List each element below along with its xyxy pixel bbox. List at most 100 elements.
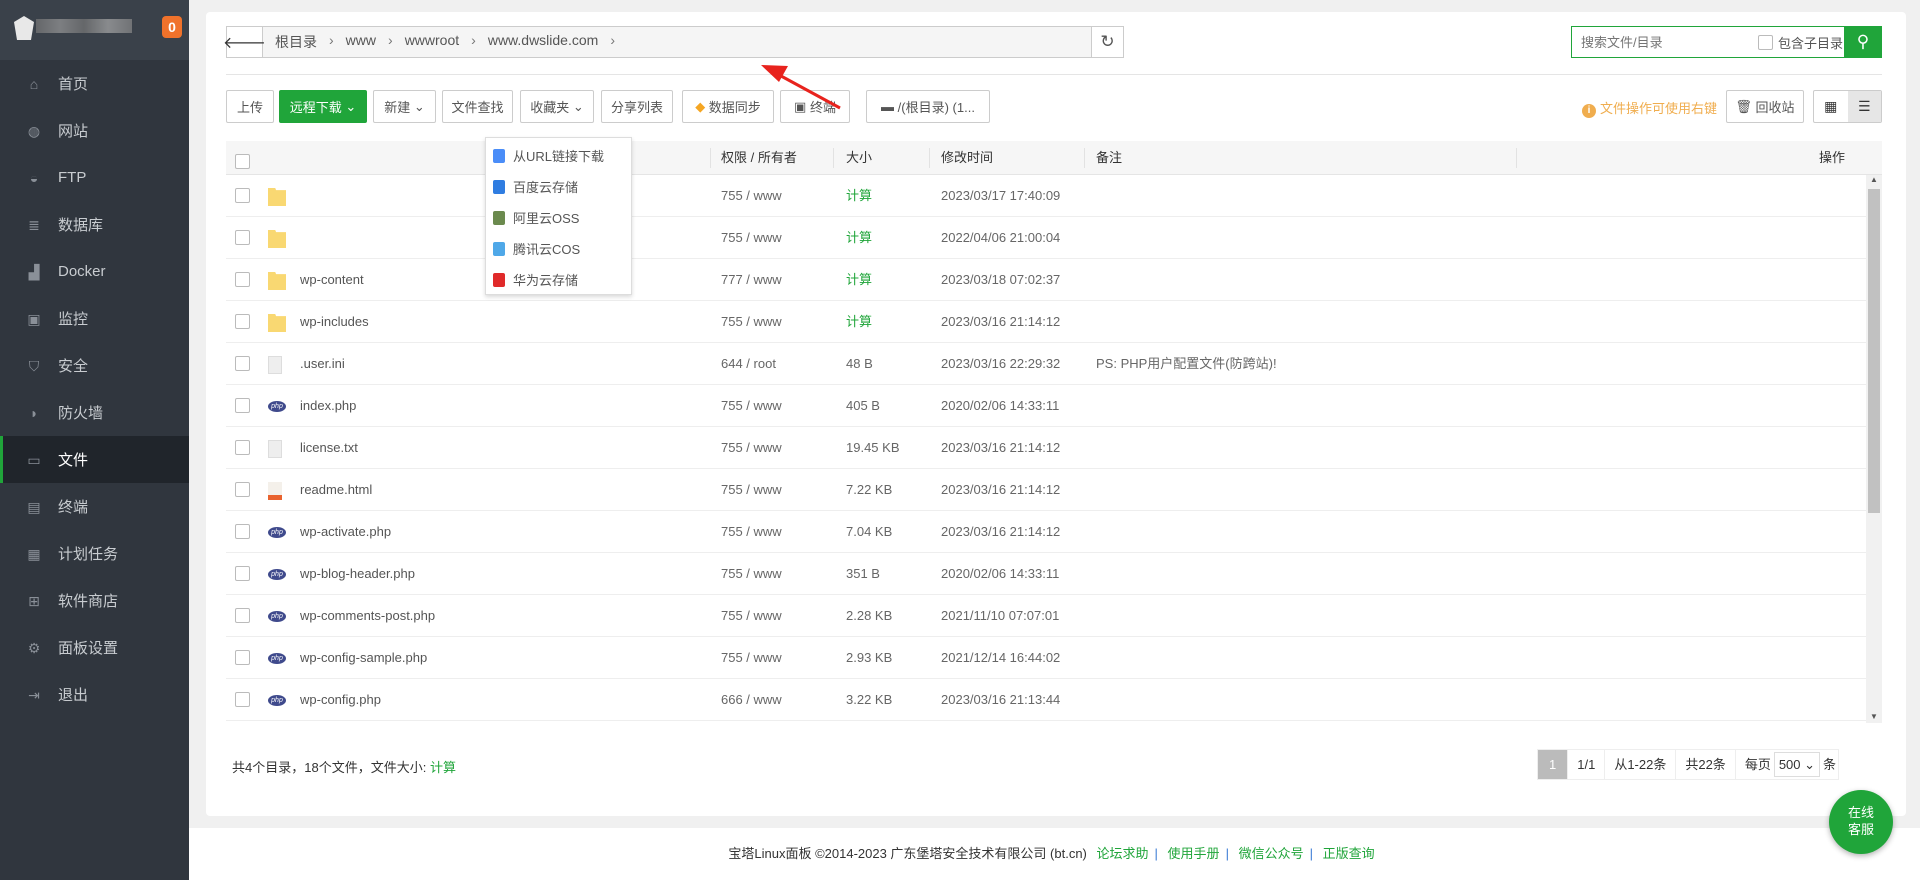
file-name[interactable]: license.txt [300,427,358,469]
manual-link[interactable]: 使用手册 [1168,846,1220,861]
file-perm[interactable]: 755 / www [721,175,782,217]
sidebar-item[interactable]: ≣ 数据库 [0,201,189,248]
online-support-button[interactable]: 在线 客服 [1829,790,1893,854]
file-name[interactable]: wp-config.php [300,679,381,721]
file-name[interactable]: wp-blog-header.php [300,553,415,595]
sidebar-item[interactable]: ▤ 终端 [0,483,189,530]
file-perm[interactable]: 644 / root [721,343,776,385]
back-button[interactable]: 🡐 [223,27,266,57]
notification-badge[interactable]: 0 [162,16,182,38]
new-button[interactable]: 新建 ⌄ [373,90,436,123]
row-checkbox[interactable] [235,440,250,455]
file-name[interactable]: wp-includes [300,301,369,343]
table-row[interactable]: php wp-blog-header.php 755 / www 351 B 2… [226,553,1882,595]
favorites-button[interactable]: 收藏夹 ⌄ [520,90,594,123]
sidebar-item[interactable]: ▣ 监控 [0,295,189,342]
file-name[interactable]: index.php [300,385,356,427]
sidebar-item[interactable]: ▟ Docker [0,248,189,295]
grid-view-icon[interactable]: ▦ [1814,91,1848,122]
file-name[interactable]: .user.ini [300,343,345,385]
file-name[interactable]: wp-comments-post.php [300,595,435,637]
table-row[interactable]: php wp-comments-post.php 755 / www 2.28 … [226,595,1882,637]
file-perm[interactable]: 755 / www [721,469,782,511]
sidebar-item[interactable]: ◍ 网站 [0,107,189,154]
row-checkbox[interactable] [235,524,250,539]
search-icon[interactable]: ⚲ [1844,26,1882,58]
menu-item[interactable]: 腾讯云COS [486,233,631,264]
disk-button[interactable]: ▬ /(根目录) (1... [866,90,990,123]
table-row[interactable]: php wp-config.php 666 / www 3.22 KB 2023… [226,679,1882,721]
sidebar-item[interactable]: ⊞ 软件商店 [0,577,189,624]
table-row[interactable]: 755 / www 计算 2022/04/06 21:00:04 [226,217,1882,259]
file-perm[interactable]: 755 / www [721,637,782,679]
remote-download-button[interactable]: 远程下载 ⌄ [279,90,367,123]
file-perm[interactable]: 755 / www [721,553,782,595]
menu-item[interactable]: 百度云存储 [486,171,631,202]
row-checkbox[interactable] [235,272,250,287]
terminal-button[interactable]: ▣ 终端 [780,90,850,123]
file-perm[interactable]: 755 / www [721,385,782,427]
menu-item[interactable]: 阿里云OSS [486,202,631,233]
table-row[interactable]: .user.ini 644 / root 48 B 2023/03/16 22:… [226,343,1882,385]
file-size[interactable]: 计算 [846,217,872,259]
file-name[interactable]: readme.html [300,469,372,511]
sidebar-item[interactable]: ◒ FTP [0,154,189,201]
row-checkbox[interactable] [235,356,250,371]
file-perm[interactable]: 755 / www [721,427,782,469]
file-name[interactable]: wp-activate.php [300,511,391,553]
breadcrumb-item[interactable]: www.dwslide.com [488,32,598,52]
search-input[interactable] [1572,27,1752,57]
file-perm[interactable]: 755 / www [721,301,782,343]
row-checkbox[interactable] [235,650,250,665]
column-perm[interactable]: 权限 / 所有者 [721,141,797,175]
sidebar-item[interactable]: ⛉ 安全 [0,342,189,389]
file-perm[interactable]: 755 / www [721,217,782,259]
row-checkbox[interactable] [235,230,250,245]
table-row[interactable]: php wp-activate.php 755 / www 7.04 KB 20… [226,511,1882,553]
table-row[interactable]: php index.php 755 / www 405 B 2020/02/06… [226,385,1882,427]
file-size[interactable]: 计算 [846,301,872,343]
breadcrumb-item[interactable]: www [346,32,376,52]
include-subdir-checkbox[interactable]: 包含子目录 [1758,33,1843,52]
breadcrumb-item[interactable]: wwwroot [405,32,459,52]
file-size[interactable]: 计算 [846,175,872,217]
row-checkbox[interactable] [235,482,250,497]
sidebar-item[interactable]: ⚙ 面板设置 [0,624,189,671]
column-mtime[interactable]: 修改时间 [941,141,993,175]
file-perm[interactable]: 755 / www [721,595,782,637]
scrollbar-thumb[interactable] [1868,189,1880,513]
row-checkbox[interactable] [235,566,250,581]
file-perm[interactable]: 755 / www [721,511,782,553]
refresh-icon[interactable]: ↻ [1091,27,1123,57]
page-current[interactable]: 1 [1538,750,1569,779]
menu-item[interactable]: 华为云存储 [486,264,631,295]
sidebar-item[interactable]: ▦ 计划任务 [0,530,189,577]
table-row[interactable]: 755 / www 计算 2023/03/17 17:40:09 [226,175,1882,217]
select-all-checkbox[interactable] [235,154,250,169]
file-perm[interactable]: 777 / www [721,259,782,301]
row-checkbox[interactable] [235,188,250,203]
row-checkbox[interactable] [235,314,250,329]
calc-total-link[interactable]: 计算 [430,760,456,775]
wechat-link[interactable]: 微信公众号 [1239,846,1304,861]
file-find-button[interactable]: 文件查找 [442,90,513,123]
table-row[interactable]: readme.html 755 / www 7.22 KB 2023/03/16… [226,469,1882,511]
recycle-bin-button[interactable]: 🗑 回收站 [1726,90,1804,123]
menu-item[interactable]: 从URL链接下载 [486,140,631,171]
row-checkbox[interactable] [235,398,250,413]
file-perm[interactable]: 666 / www [721,679,782,721]
row-checkbox[interactable] [235,608,250,623]
upload-button[interactable]: 上传 [226,90,274,123]
column-size[interactable]: 大小 [846,141,872,175]
data-sync-button[interactable]: ◆ 数据同步 [682,90,774,123]
sidebar-item[interactable]: ◗ 防火墙 [0,389,189,436]
sidebar-item[interactable]: ⇥ 退出 [0,671,189,718]
file-note[interactable]: PS: PHP用户配置文件(防跨站)! [1096,343,1277,385]
checkbox[interactable] [1758,34,1773,50]
file-size[interactable]: 计算 [846,259,872,301]
table-row[interactable]: wp-content 777 / www 计算 2023/03/18 07:02… [226,259,1882,301]
sidebar-item[interactable]: ⌂ 首页 [0,60,189,107]
breadcrumb-item[interactable]: 根目录 [275,32,317,52]
table-row[interactable]: license.txt 755 / www 19.45 KB 2023/03/1… [226,427,1882,469]
list-view-icon[interactable]: ☰ [1847,91,1881,122]
